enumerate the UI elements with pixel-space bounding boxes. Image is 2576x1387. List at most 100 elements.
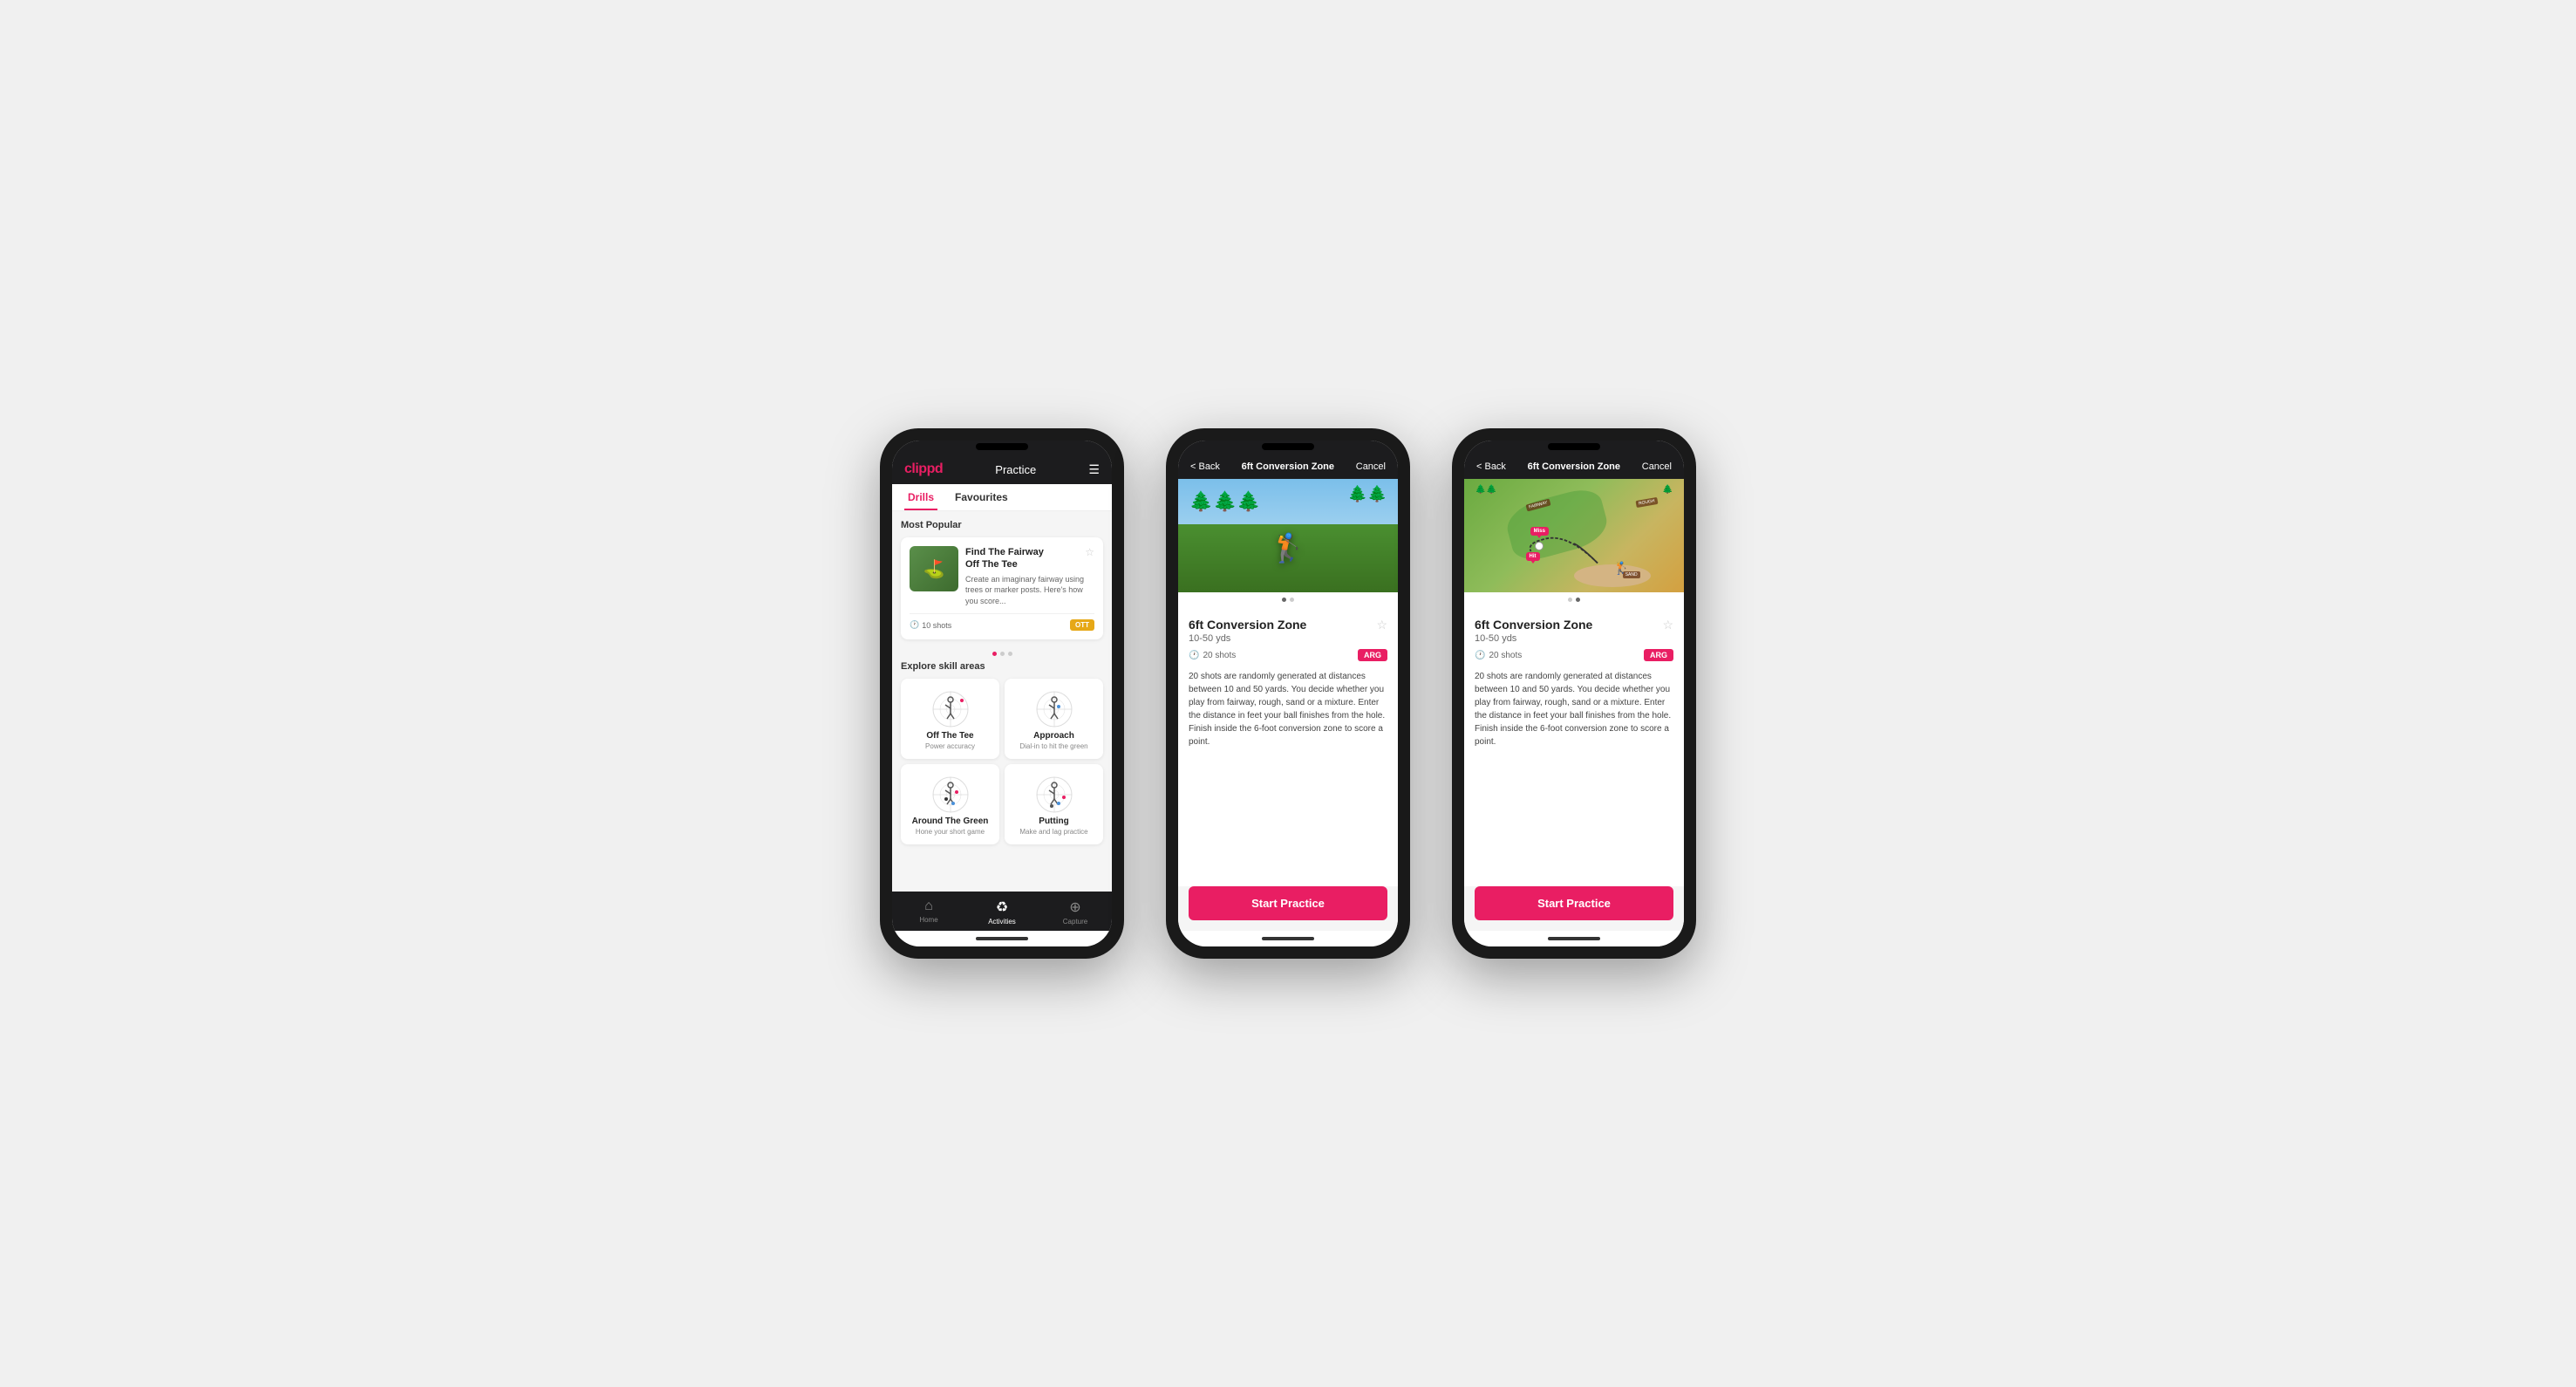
scene: clippd Practice ☰ Drills Favourites Most… (828, 376, 1748, 1011)
phone-1: clippd Practice ☰ Drills Favourites Most… (880, 428, 1124, 959)
skill-sub-atg: Hone your short game (916, 828, 985, 836)
skill-off-the-tee[interactable]: Off The Tee Power accuracy (901, 679, 999, 759)
card-subtitle: Off The Tee (965, 558, 1044, 571)
home-bar-3 (1548, 937, 1600, 940)
featured-card[interactable]: ⛳ Find The Fairway Off The Tee ☆ Create … (901, 537, 1103, 639)
hole-marker (1535, 542, 1544, 550)
explore-label: Explore skill areas (901, 661, 1103, 672)
shot-path (1464, 479, 1684, 592)
phone-3: < Back 6ft Conversion Zone Cancel SAND (1452, 428, 1696, 959)
header-title-2: 6ft Conversion Zone (1242, 461, 1334, 472)
golfer-image: ⛳ (910, 546, 958, 591)
nav-title-1: Practice (995, 463, 1036, 476)
card-footer: 🕐 10 shots OTT (910, 613, 1094, 631)
around-green-icon (929, 773, 972, 816)
golfer-map: 🏌️ (1614, 561, 1629, 576)
img-dot-1 (1282, 598, 1286, 602)
clock-icon: 🕐 (910, 620, 919, 630)
cancel-button-2[interactable]: Cancel (1356, 461, 1386, 472)
detail-header-3: < Back 6ft Conversion Zone Cancel (1464, 453, 1684, 479)
detail-body-3: 6ft Conversion Zone 10-50 yds ☆ 🕐 20 sho… (1464, 607, 1684, 886)
image-dots-2 (1178, 592, 1398, 607)
drill-yardage-2: 10-50 yds (1189, 633, 1306, 644)
shots-count-2: 🕐 20 shots (1189, 651, 1236, 660)
img-dot-2 (1290, 598, 1294, 602)
home-indicator-3 (1464, 931, 1684, 946)
category-tag: OTT (1070, 619, 1094, 631)
skill-sub-approach: Dial-in to hit the green (1019, 742, 1087, 750)
clock-icon-2: 🕐 (1189, 651, 1199, 660)
skill-sub-putting: Make and lag practice (1019, 828, 1087, 836)
practice-body: Most Popular ⛳ Find The Fairway Off The … (892, 511, 1112, 892)
card-title: Find The Fairway (965, 546, 1044, 558)
most-popular-label: Most Popular (901, 520, 1103, 530)
skill-name-putting: Putting (1039, 816, 1068, 826)
drill-photo: 🌲🌲🌲 🌲🌲 🏌️ (1178, 479, 1398, 592)
start-practice-button-2[interactable]: Start Practice (1189, 886, 1387, 920)
category-tag-3: ARG (1644, 649, 1673, 661)
menu-icon[interactable]: ☰ (1088, 462, 1100, 477)
status-bar-2 (1178, 441, 1398, 453)
drill-name-2: 6ft Conversion Zone (1189, 618, 1306, 632)
capture-icon: ⊕ (1069, 898, 1080, 916)
start-practice-button-3[interactable]: Start Practice (1475, 886, 1673, 920)
bottom-nav: ⌂ Home ♻ Activities ⊕ Capture (892, 892, 1112, 931)
image-dots-3 (1464, 592, 1684, 607)
detail-content-3: SAND FAIRWAY ROUGH 🌲🌲 🌲 (1464, 479, 1684, 931)
nav-capture[interactable]: ⊕ Capture (1039, 898, 1112, 926)
miss-pin: Miss (1530, 527, 1549, 536)
golf-image: 🌲🌲🌲 🌲🌲 🏌️ (1178, 479, 1398, 592)
home-bar-1 (976, 937, 1028, 940)
card-text: Find The Fairway Off The Tee ☆ Create an… (965, 546, 1094, 606)
skill-sub-ott: Power accuracy (925, 742, 975, 750)
back-button-2[interactable]: < Back (1190, 461, 1220, 472)
app-logo: clippd (904, 461, 943, 477)
shots-count-3: 🕐 20 shots (1475, 651, 1522, 660)
cancel-button-3[interactable]: Cancel (1642, 461, 1672, 472)
detail-content-2: 🌲🌲🌲 🌲🌲 🏌️ (1178, 479, 1398, 931)
putting-icon (1032, 773, 1076, 816)
detail-header-2: < Back 6ft Conversion Zone Cancel (1178, 453, 1398, 479)
shots-count: 🕐 10 shots (910, 620, 951, 630)
skill-name-approach: Approach (1033, 731, 1074, 741)
status-bar-1 (892, 441, 1112, 453)
dot-1 (992, 652, 997, 656)
category-tag-2: ARG (1358, 649, 1387, 661)
favourite-icon-2[interactable]: ☆ (1376, 618, 1387, 632)
tab-drills[interactable]: Drills (904, 484, 937, 510)
img-dot-3-1 (1568, 598, 1572, 602)
home-icon: ⌂ (924, 898, 933, 914)
hit-pin: Hit (1526, 552, 1540, 561)
skill-approach[interactable]: Approach Dial-in to hit the green (1005, 679, 1103, 759)
card-description: Create an imaginary fairway using trees … (965, 574, 1094, 607)
img-dot-3-2 (1576, 598, 1580, 602)
nav-home-label: Home (919, 916, 937, 924)
drill-name-3: 6ft Conversion Zone (1475, 618, 1592, 632)
home-indicator-2 (1178, 931, 1398, 946)
header-title-3: 6ft Conversion Zone (1528, 461, 1620, 472)
skill-putting[interactable]: Putting Make and lag practice (1005, 764, 1103, 844)
detail-body-2: 6ft Conversion Zone 10-50 yds ☆ 🕐 20 sho… (1178, 607, 1398, 886)
home-indicator-1 (892, 931, 1112, 946)
drill-meta-3: 🕐 20 shots ARG (1475, 649, 1673, 661)
nav-activities[interactable]: ♻ Activities (965, 898, 1039, 926)
favourite-icon-3[interactable]: ☆ (1662, 618, 1673, 632)
carousel-dots (901, 646, 1103, 661)
status-bar-3 (1464, 441, 1684, 453)
skill-name-ott: Off The Tee (926, 731, 973, 741)
notch-3 (1548, 443, 1600, 450)
drill-yardage-3: 10-50 yds (1475, 633, 1592, 644)
app-header-1: clippd Practice ☰ (892, 453, 1112, 484)
nav-capture-label: Capture (1063, 918, 1087, 926)
drill-description-2: 20 shots are randomly generated at dista… (1189, 670, 1387, 748)
drill-map: SAND FAIRWAY ROUGH 🌲🌲 🌲 (1464, 479, 1684, 592)
skill-around-green[interactable]: Around The Green Hone your short game (901, 764, 999, 844)
drill-meta-2: 🕐 20 shots ARG (1189, 649, 1387, 661)
clock-icon-3: 🕐 (1475, 651, 1485, 660)
tab-favourites[interactable]: Favourites (951, 484, 1012, 510)
favourite-icon[interactable]: ☆ (1085, 546, 1094, 558)
course-map: SAND FAIRWAY ROUGH 🌲🌲 🌲 (1464, 479, 1684, 592)
card-thumbnail: ⛳ (910, 546, 958, 591)
nav-home[interactable]: ⌂ Home (892, 898, 965, 926)
back-button-3[interactable]: < Back (1476, 461, 1506, 472)
